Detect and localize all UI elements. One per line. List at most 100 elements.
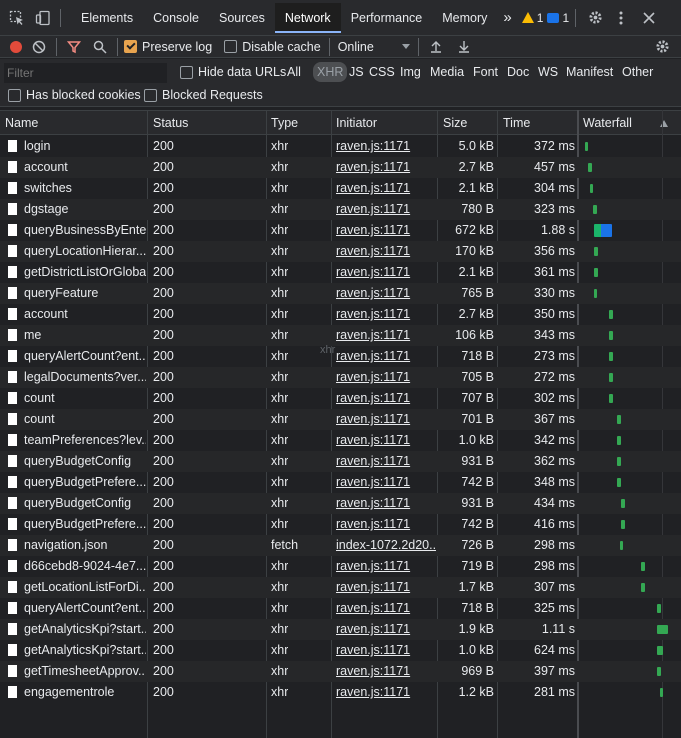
table-row[interactable]: dgstage 200 xhr raven.js:1171 780 B 323 ms xyxy=(0,199,681,220)
filter-type-media[interactable]: Media xyxy=(430,65,464,79)
search-icon[interactable] xyxy=(89,36,111,58)
kebab-menu-icon[interactable] xyxy=(610,7,632,29)
initiator-link[interactable]: raven.js:1171 xyxy=(336,391,436,405)
table-row[interactable]: navigation.json 200 fetch index-1072.2d20..… xyxy=(0,535,681,556)
initiator-link[interactable]: raven.js:1171 xyxy=(336,433,436,447)
table-row[interactable]: queryBusinessByEnte... 200 xhr raven.js:117… xyxy=(0,220,681,241)
filter-type-img[interactable]: Img xyxy=(400,65,421,79)
table-row[interactable]: queryBudgetPrefere... 200 xhr raven.js:1171… xyxy=(0,472,681,493)
filter-type-manifest[interactable]: Manifest xyxy=(566,65,613,79)
table-row[interactable]: queryAlertCount?ent... 200 xhr raven.js:117… xyxy=(0,598,681,619)
table-row[interactable]: queryAlertCount?ent... 200 xhr raven.js:117… xyxy=(0,346,681,367)
filter-type-all[interactable]: All xyxy=(287,65,301,79)
initiator-link[interactable]: raven.js:1171 xyxy=(336,244,436,258)
hide-data-urls-checkbox[interactable] xyxy=(180,66,193,79)
tab-console[interactable]: Console xyxy=(143,0,209,36)
initiator-link[interactable]: raven.js:1171 xyxy=(336,412,436,426)
clear-icon[interactable] xyxy=(28,36,50,58)
table-row[interactable]: getAnalyticsKpi?start... 200 xhr raven.js:1… xyxy=(0,619,681,640)
column-header-size[interactable]: Size xyxy=(443,116,467,130)
initiator-link[interactable]: raven.js:1171 xyxy=(336,580,436,594)
inspect-element-icon[interactable] xyxy=(6,7,28,29)
initiator-link[interactable]: raven.js:1171 xyxy=(336,223,436,237)
column-header-time[interactable]: Time xyxy=(503,116,530,130)
initiator-link[interactable]: raven.js:1171 xyxy=(336,559,436,573)
preserve-log-checkbox[interactable] xyxy=(124,40,137,53)
tab-performance[interactable]: Performance xyxy=(341,0,433,36)
initiator-link[interactable]: raven.js:1171 xyxy=(336,328,436,342)
filter-type-other[interactable]: Other xyxy=(622,65,653,79)
table-row[interactable]: getDistrictListOrGlobal 200 xhr raven.js:11… xyxy=(0,262,681,283)
initiator-link[interactable]: raven.js:1171 xyxy=(336,286,436,300)
initiator-link[interactable]: raven.js:1171 xyxy=(336,475,436,489)
initiator-link[interactable]: raven.js:1171 xyxy=(336,265,436,279)
table-row[interactable]: queryLocationHierar... 200 xhr raven.js:117… xyxy=(0,241,681,262)
filter-type-css[interactable]: CSS xyxy=(369,65,395,79)
initiator-link[interactable]: index-1072.2d20... xyxy=(336,538,436,552)
table-row[interactable]: getLocationListForDi... 200 xhr raven.js:11… xyxy=(0,577,681,598)
table-row[interactable]: account 200 xhr raven.js:1171 2.7 kB 350 ms xyxy=(0,304,681,325)
filter-type-font[interactable]: Font xyxy=(473,65,498,79)
table-row[interactable]: engagementrole 200 xhr raven.js:1171 1.2 kB 2… xyxy=(0,682,681,703)
table-row[interactable]: count 200 xhr raven.js:1171 701 B 367 ms xyxy=(0,409,681,430)
warnings-badge[interactable]: 1 xyxy=(521,11,543,25)
table-row[interactable]: d66cebd8-9024-4e7... 200 xhr raven.js:1171 7… xyxy=(0,556,681,577)
table-row[interactable]: account 200 xhr raven.js:1171 2.7 kB 457 ms xyxy=(0,157,681,178)
initiator-link[interactable]: raven.js:1171 xyxy=(336,685,436,699)
initiator-link[interactable]: raven.js:1171 xyxy=(336,181,436,195)
more-tabs-button[interactable]: » xyxy=(497,0,517,36)
filter-type-js[interactable]: JS xyxy=(349,65,364,79)
import-har-icon[interactable] xyxy=(425,36,447,58)
table-row[interactable]: getAnalyticsKpi?start... 200 xhr raven.js:1… xyxy=(0,640,681,661)
initiator-link[interactable]: raven.js:1171 xyxy=(336,139,436,153)
has-blocked-cookies-checkbox[interactable] xyxy=(8,89,21,102)
table-row[interactable]: queryBudgetPrefere... 200 xhr raven.js:1171… xyxy=(0,514,681,535)
record-icon[interactable] xyxy=(10,40,22,53)
table-row[interactable]: getTimesheetApprov... 200 xhr raven.js:1171… xyxy=(0,661,681,682)
initiator-link[interactable]: raven.js:1171 xyxy=(336,370,436,384)
table-row[interactable]: legalDocuments?ver... 200 xhr raven.js:1171… xyxy=(0,367,681,388)
table-row[interactable]: me 200 xhr raven.js:1171 106 kB 343 ms xyxy=(0,325,681,346)
initiator-link[interactable]: raven.js:1171 xyxy=(336,601,436,615)
tab-elements[interactable]: Elements xyxy=(71,0,143,36)
column-header-waterfall[interactable]: Waterfall xyxy=(583,116,632,130)
table-row[interactable]: login 200 xhr raven.js:1171 5.0 kB 372 ms xyxy=(0,136,681,157)
column-header-type[interactable]: Type xyxy=(271,116,298,130)
column-header-name[interactable]: Name xyxy=(5,116,38,130)
table-row[interactable]: switches 200 xhr raven.js:1171 2.1 kB 304 ms xyxy=(0,178,681,199)
device-toolbar-icon[interactable] xyxy=(32,7,54,29)
filter-input[interactable] xyxy=(4,63,167,83)
filter-type-xhr[interactable]: XHR xyxy=(313,62,348,82)
initiator-link[interactable]: raven.js:1171 xyxy=(336,622,436,636)
initiator-link[interactable]: raven.js:1171 xyxy=(336,349,436,363)
initiator-link[interactable]: raven.js:1171 xyxy=(336,307,436,321)
initiator-link[interactable]: raven.js:1171 xyxy=(336,517,436,531)
throttle-select[interactable]: Online xyxy=(338,40,410,54)
close-icon[interactable] xyxy=(638,7,660,29)
blocked-requests-checkbox[interactable] xyxy=(144,89,157,102)
tab-memory[interactable]: Memory xyxy=(432,0,497,36)
filter-type-doc[interactable]: Doc xyxy=(507,65,529,79)
filter-icon[interactable] xyxy=(63,36,85,58)
settings-gear-icon[interactable] xyxy=(584,7,606,29)
export-har-icon[interactable] xyxy=(453,36,475,58)
column-header-status[interactable]: Status xyxy=(153,116,188,130)
table-row[interactable]: queryBudgetConfig 200 xhr raven.js:1171 931 … xyxy=(0,493,681,514)
disable-cache-checkbox[interactable] xyxy=(224,40,238,53)
initiator-link[interactable]: raven.js:1171 xyxy=(336,160,436,174)
initiator-link[interactable]: raven.js:1171 xyxy=(336,454,436,468)
initiator-link[interactable]: raven.js:1171 xyxy=(336,202,436,216)
initiator-link[interactable]: raven.js:1171 xyxy=(336,664,436,678)
initiator-link[interactable]: raven.js:1171 xyxy=(336,496,436,510)
initiator-link[interactable]: raven.js:1171 xyxy=(336,643,436,657)
table-row[interactable]: count 200 xhr raven.js:1171 707 B 302 ms xyxy=(0,388,681,409)
tab-sources[interactable]: Sources xyxy=(209,0,275,36)
filter-type-ws[interactable]: WS xyxy=(538,65,558,79)
messages-badge[interactable]: 1 xyxy=(547,11,569,25)
column-header-initiator[interactable]: Initiator xyxy=(336,116,377,130)
table-row[interactable]: teamPreferences?lev... 200 xhr raven.js:117… xyxy=(0,430,681,451)
network-settings-gear-icon[interactable] xyxy=(651,36,673,58)
table-row[interactable]: queryBudgetConfig 200 xhr raven.js:1171 931 … xyxy=(0,451,681,472)
table-row[interactable]: queryFeature 200 xhr raven.js:1171 765 B 330 … xyxy=(0,283,681,304)
tab-network[interactable]: Network xyxy=(274,2,341,33)
